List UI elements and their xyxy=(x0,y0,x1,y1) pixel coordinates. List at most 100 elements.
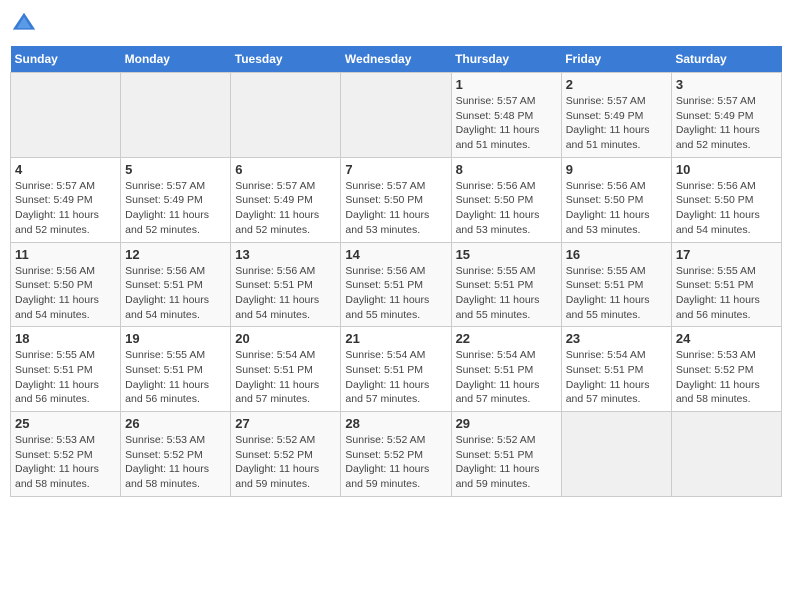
day-number: 11 xyxy=(15,247,116,262)
day-number: 28 xyxy=(345,416,446,431)
calendar-cell: 18Sunrise: 5:55 AM Sunset: 5:51 PM Dayli… xyxy=(11,327,121,412)
calendar-body: 1 Sunrise: 5:57 AM Sunset: 5:48 PM Daylig… xyxy=(11,73,782,497)
calendar-cell: 8 Sunrise: 5:56 AM Sunset: 5:50 PM Daylig… xyxy=(451,157,561,242)
day-info: Sunrise: 5:56 AM Sunset: 5:51 PM Dayligh… xyxy=(125,264,226,323)
day-number: 20 xyxy=(235,331,336,346)
day-number: 21 xyxy=(345,331,446,346)
day-header-wednesday: Wednesday xyxy=(341,46,451,73)
day-info: Sunrise: 5:53 AM Sunset: 5:52 PM Dayligh… xyxy=(676,348,777,407)
calendar-cell: 17 Sunrise: 5:55 AM Sunset: 5:51 PM Dayli… xyxy=(671,242,781,327)
logo-icon xyxy=(10,10,38,38)
day-number: 13 xyxy=(235,247,336,262)
week-row: 18Sunrise: 5:55 AM Sunset: 5:51 PM Dayli… xyxy=(11,327,782,412)
calendar-cell: 5 Sunrise: 5:57 AM Sunset: 5:49 PM Daylig… xyxy=(121,157,231,242)
week-row: 4 Sunrise: 5:57 AM Sunset: 5:49 PM Daylig… xyxy=(11,157,782,242)
calendar-cell: 24Sunrise: 5:53 AM Sunset: 5:52 PM Dayli… xyxy=(671,327,781,412)
calendar-cell: 13 Sunrise: 5:56 AM Sunset: 5:51 PM Dayli… xyxy=(231,242,341,327)
day-header-sunday: Sunday xyxy=(11,46,121,73)
calendar-cell: 14 Sunrise: 5:56 AM Sunset: 5:51 PM Dayli… xyxy=(341,242,451,327)
calendar-cell: 6 Sunrise: 5:57 AM Sunset: 5:49 PM Daylig… xyxy=(231,157,341,242)
day-info: Sunrise: 5:55 AM Sunset: 5:51 PM Dayligh… xyxy=(125,348,226,407)
calendar-cell: 27 Sunrise: 5:52 AM Sunset: 5:52 PM Dayli… xyxy=(231,412,341,497)
day-info: Sunrise: 5:53 AM Sunset: 5:52 PM Dayligh… xyxy=(15,433,116,492)
calendar-cell: 19 Sunrise: 5:55 AM Sunset: 5:51 PM Dayli… xyxy=(121,327,231,412)
day-number: 15 xyxy=(456,247,557,262)
day-info: Sunrise: 5:54 AM Sunset: 5:51 PM Dayligh… xyxy=(345,348,446,407)
day-number: 12 xyxy=(125,247,226,262)
calendar-cell: 2Sunrise: 5:57 AM Sunset: 5:49 PM Daylig… xyxy=(561,73,671,158)
day-number: 6 xyxy=(235,162,336,177)
week-row: 25 Sunrise: 5:53 AM Sunset: 5:52 PM Dayli… xyxy=(11,412,782,497)
day-info: Sunrise: 5:56 AM Sunset: 5:50 PM Dayligh… xyxy=(456,179,557,238)
day-info: Sunrise: 5:57 AM Sunset: 5:49 PM Dayligh… xyxy=(125,179,226,238)
day-header-thursday: Thursday xyxy=(451,46,561,73)
day-info: Sunrise: 5:54 AM Sunset: 5:51 PM Dayligh… xyxy=(235,348,336,407)
calendar-cell: 28 Sunrise: 5:52 AM Sunset: 5:52 PM Dayli… xyxy=(341,412,451,497)
logo xyxy=(10,10,42,38)
day-info: Sunrise: 5:57 AM Sunset: 5:48 PM Dayligh… xyxy=(456,94,557,153)
day-info: Sunrise: 5:55 AM Sunset: 5:51 PM Dayligh… xyxy=(676,264,777,323)
day-info: Sunrise: 5:56 AM Sunset: 5:51 PM Dayligh… xyxy=(345,264,446,323)
day-header-friday: Friday xyxy=(561,46,671,73)
day-info: Sunrise: 5:55 AM Sunset: 5:51 PM Dayligh… xyxy=(15,348,116,407)
day-number: 5 xyxy=(125,162,226,177)
day-info: Sunrise: 5:56 AM Sunset: 5:50 PM Dayligh… xyxy=(15,264,116,323)
day-number: 23 xyxy=(566,331,667,346)
day-info: Sunrise: 5:54 AM Sunset: 5:51 PM Dayligh… xyxy=(566,348,667,407)
calendar-cell: 4 Sunrise: 5:57 AM Sunset: 5:49 PM Daylig… xyxy=(11,157,121,242)
day-number: 16 xyxy=(566,247,667,262)
day-header-monday: Monday xyxy=(121,46,231,73)
week-row: 1 Sunrise: 5:57 AM Sunset: 5:48 PM Daylig… xyxy=(11,73,782,158)
calendar-cell: 9 Sunrise: 5:56 AM Sunset: 5:50 PM Daylig… xyxy=(561,157,671,242)
day-number: 29 xyxy=(456,416,557,431)
day-number: 7 xyxy=(345,162,446,177)
day-info: Sunrise: 5:56 AM Sunset: 5:50 PM Dayligh… xyxy=(676,179,777,238)
day-number: 25 xyxy=(15,416,116,431)
calendar-cell xyxy=(671,412,781,497)
day-header-tuesday: Tuesday xyxy=(231,46,341,73)
calendar-cell: 16 Sunrise: 5:55 AM Sunset: 5:51 PM Dayli… xyxy=(561,242,671,327)
calendar-cell xyxy=(11,73,121,158)
day-number: 17 xyxy=(676,247,777,262)
day-number: 27 xyxy=(235,416,336,431)
calendar-cell: 11 Sunrise: 5:56 AM Sunset: 5:50 PM Dayli… xyxy=(11,242,121,327)
calendar-cell: 7Sunrise: 5:57 AM Sunset: 5:50 PM Daylig… xyxy=(341,157,451,242)
day-number: 10 xyxy=(676,162,777,177)
day-info: Sunrise: 5:52 AM Sunset: 5:52 PM Dayligh… xyxy=(235,433,336,492)
calendar-cell: 22Sunrise: 5:54 AM Sunset: 5:51 PM Dayli… xyxy=(451,327,561,412)
day-info: Sunrise: 5:55 AM Sunset: 5:51 PM Dayligh… xyxy=(456,264,557,323)
day-header-saturday: Saturday xyxy=(671,46,781,73)
day-info: Sunrise: 5:53 AM Sunset: 5:52 PM Dayligh… xyxy=(125,433,226,492)
calendar-cell: 20 Sunrise: 5:54 AM Sunset: 5:51 PM Dayli… xyxy=(231,327,341,412)
calendar-table: SundayMondayTuesdayWednesdayThursdayFrid… xyxy=(10,46,782,497)
calendar-cell xyxy=(341,73,451,158)
calendar-header: SundayMondayTuesdayWednesdayThursdayFrid… xyxy=(11,46,782,73)
calendar-cell xyxy=(121,73,231,158)
day-number: 19 xyxy=(125,331,226,346)
calendar-cell: 23 Sunrise: 5:54 AM Sunset: 5:51 PM Dayli… xyxy=(561,327,671,412)
header-row: SundayMondayTuesdayWednesdayThursdayFrid… xyxy=(11,46,782,73)
calendar-cell: 26 Sunrise: 5:53 AM Sunset: 5:52 PM Dayli… xyxy=(121,412,231,497)
calendar-cell: 1 Sunrise: 5:57 AM Sunset: 5:48 PM Daylig… xyxy=(451,73,561,158)
day-number: 14 xyxy=(345,247,446,262)
day-info: Sunrise: 5:56 AM Sunset: 5:51 PM Dayligh… xyxy=(235,264,336,323)
day-info: Sunrise: 5:57 AM Sunset: 5:49 PM Dayligh… xyxy=(15,179,116,238)
day-number: 1 xyxy=(456,77,557,92)
day-info: Sunrise: 5:52 AM Sunset: 5:52 PM Dayligh… xyxy=(345,433,446,492)
day-info: Sunrise: 5:55 AM Sunset: 5:51 PM Dayligh… xyxy=(566,264,667,323)
day-number: 4 xyxy=(15,162,116,177)
week-row: 11 Sunrise: 5:56 AM Sunset: 5:50 PM Dayli… xyxy=(11,242,782,327)
day-number: 22 xyxy=(456,331,557,346)
calendar-cell: 3Sunrise: 5:57 AM Sunset: 5:49 PM Daylig… xyxy=(671,73,781,158)
calendar-cell: 10 Sunrise: 5:56 AM Sunset: 5:50 PM Dayli… xyxy=(671,157,781,242)
day-info: Sunrise: 5:52 AM Sunset: 5:51 PM Dayligh… xyxy=(456,433,557,492)
day-number: 2 xyxy=(566,77,667,92)
day-number: 26 xyxy=(125,416,226,431)
day-info: Sunrise: 5:56 AM Sunset: 5:50 PM Dayligh… xyxy=(566,179,667,238)
day-number: 9 xyxy=(566,162,667,177)
calendar-cell: 29 Sunrise: 5:52 AM Sunset: 5:51 PM Dayli… xyxy=(451,412,561,497)
calendar-cell: 21 Sunrise: 5:54 AM Sunset: 5:51 PM Dayli… xyxy=(341,327,451,412)
day-number: 3 xyxy=(676,77,777,92)
day-number: 8 xyxy=(456,162,557,177)
day-info: Sunrise: 5:57 AM Sunset: 5:49 PM Dayligh… xyxy=(235,179,336,238)
